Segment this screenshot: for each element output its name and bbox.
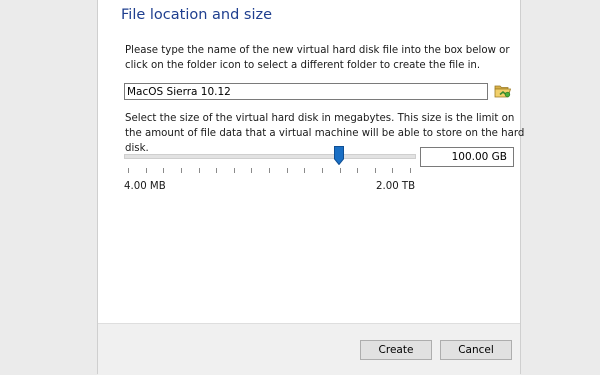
slider-tick (234, 168, 235, 173)
slider-tick (375, 168, 376, 173)
slider-tick (128, 168, 129, 173)
slider-tick (304, 168, 305, 173)
slider-tick (410, 168, 411, 173)
choose-folder-button[interactable] (494, 82, 512, 100)
slider-tick (181, 168, 182, 173)
size-slider[interactable] (124, 146, 416, 178)
slider-tick (357, 168, 358, 173)
slider-tick (216, 168, 217, 173)
slider-tick (340, 168, 341, 173)
slider-ticks (124, 168, 414, 174)
create-virtual-hard-disk-dialog: File location and size Please type the n… (97, 0, 524, 375)
slider-track[interactable] (124, 154, 416, 159)
create-button[interactable]: Create (360, 340, 432, 360)
slider-tick (287, 168, 288, 173)
slider-tick (269, 168, 270, 173)
slider-thumb[interactable] (334, 146, 344, 165)
size-min-label: 4.00 MB (124, 181, 166, 192)
slider-tick (199, 168, 200, 173)
slider-tick (392, 168, 393, 173)
slider-tick (251, 168, 252, 173)
slider-tick (146, 168, 147, 173)
size-max-label: 2.00 TB (376, 181, 416, 192)
slider-tick (322, 168, 323, 173)
section-title: File location and size (121, 7, 273, 23)
file-name-input[interactable] (124, 83, 488, 100)
folder-open-icon (494, 85, 512, 98)
cancel-button[interactable]: Cancel (440, 340, 512, 360)
dialog-footer: Create Cancel (98, 323, 520, 375)
slider-tick (163, 168, 164, 173)
file-location-description: Please type the name of the new virtual … (125, 45, 510, 71)
disk-size-input[interactable] (420, 147, 514, 167)
